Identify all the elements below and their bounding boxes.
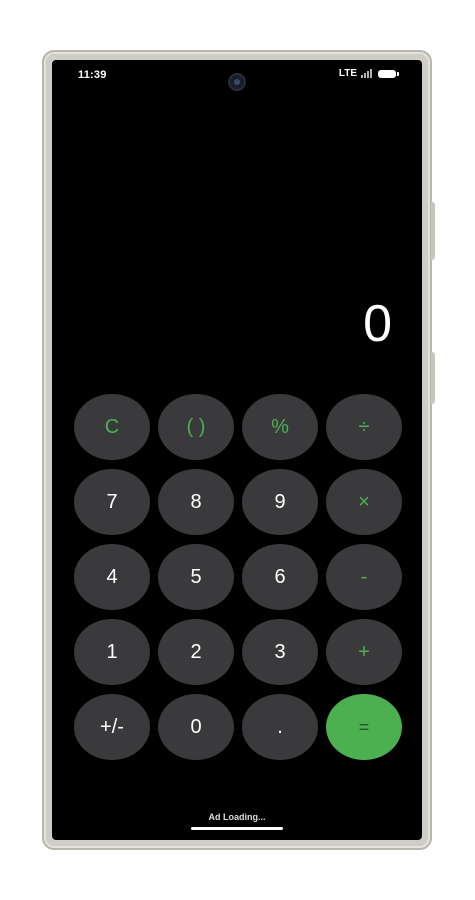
equals-button[interactable]: = (326, 694, 402, 760)
parentheses-button[interactable]: ( ) (158, 394, 234, 460)
divide-button[interactable]: ÷ (326, 394, 402, 460)
result-display: 0 (363, 295, 392, 353)
front-camera-icon (230, 75, 244, 89)
decimal-button[interactable]: . (242, 694, 318, 760)
phone-screen: 11:39 LTE 0 C ( ) % ÷ 7 8 9 × 4 5 6 - 1 … (52, 60, 422, 840)
signal-icon (361, 69, 372, 78)
digit-4-button[interactable]: 4 (74, 544, 150, 610)
page: 11:39 LTE 0 C ( ) % ÷ 7 8 9 × 4 5 6 - 1 … (0, 0, 475, 900)
status-bar: 11:39 LTE (52, 60, 422, 96)
digit-0-button[interactable]: 0 (158, 694, 234, 760)
multiply-button[interactable]: × (326, 469, 402, 535)
digit-3-button[interactable]: 3 (242, 619, 318, 685)
digit-6-button[interactable]: 6 (242, 544, 318, 610)
digit-8-button[interactable]: 8 (158, 469, 234, 535)
percent-button[interactable]: % (242, 394, 318, 460)
network-type-label: LTE (338, 68, 357, 79)
plus-button[interactable]: + (326, 619, 402, 685)
digit-9-button[interactable]: 9 (242, 469, 318, 535)
volume-button (431, 352, 435, 404)
keypad: C ( ) % ÷ 7 8 9 × 4 5 6 - 1 2 3 + +/- 0 … (74, 394, 402, 760)
power-button (431, 202, 435, 260)
battery-icon (378, 69, 399, 78)
digit-7-button[interactable]: 7 (74, 469, 150, 535)
status-icons: LTE (338, 68, 399, 79)
clear-button[interactable]: C (74, 394, 150, 460)
minus-button[interactable]: - (326, 544, 402, 610)
home-indicator[interactable] (191, 827, 283, 830)
ad-banner-text: Ad Loading... (208, 812, 266, 822)
negate-button[interactable]: +/- (74, 694, 150, 760)
phone-frame: 11:39 LTE 0 C ( ) % ÷ 7 8 9 × 4 5 6 - 1 … (42, 50, 435, 850)
status-time: 11:39 (78, 69, 107, 81)
digit-1-button[interactable]: 1 (74, 619, 150, 685)
digit-2-button[interactable]: 2 (158, 619, 234, 685)
digit-5-button[interactable]: 5 (158, 544, 234, 610)
